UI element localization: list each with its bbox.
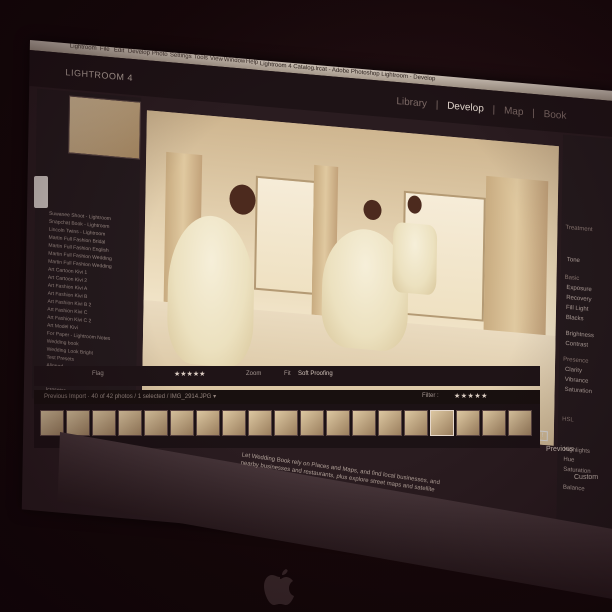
module-develop[interactable]: Develop xyxy=(447,100,484,114)
soft-proofing-toggle[interactable]: Soft Proofing xyxy=(298,371,333,377)
lightroom-logo: LIGHTROOM 4 xyxy=(65,67,134,83)
module-separator: | xyxy=(492,104,496,116)
menu-lightroom[interactable]: Lightroom xyxy=(70,43,97,51)
filmstrip-thumbnail[interactable] xyxy=(144,410,168,436)
filmstrip-thumbnail[interactable] xyxy=(352,410,376,436)
develop-toolbar: Flag ★★★★★ Zoom Fit Soft Proofing xyxy=(34,366,540,386)
menu-file[interactable]: File xyxy=(100,46,110,53)
photo-curtain xyxy=(483,175,549,352)
label-recovery: Recovery xyxy=(566,294,592,304)
module-library[interactable]: Library xyxy=(396,96,427,110)
filmstrip-thumbnail[interactable] xyxy=(248,410,272,436)
previous-button[interactable]: Previous xyxy=(546,446,573,453)
panel-heading-basic[interactable]: Basic xyxy=(565,275,580,282)
menu-view[interactable]: View xyxy=(210,56,223,63)
label-balance: Balance xyxy=(562,484,585,493)
filmstrip-thumbnail[interactable] xyxy=(222,410,246,436)
label-fill-light: Fill Light xyxy=(566,304,589,313)
photo-of-monitor: Lightroom File Edit Develop Photo Settin… xyxy=(0,0,612,612)
filmstrip-thumbnail[interactable] xyxy=(196,410,220,436)
filmstrip-thumbnail[interactable] xyxy=(118,410,142,436)
menu-help[interactable]: Help xyxy=(246,59,258,66)
module-map[interactable]: Map xyxy=(504,105,524,118)
panel-heading-presence[interactable]: Presence xyxy=(563,357,588,365)
flag-label: Flag xyxy=(92,371,104,377)
menu-photo[interactable]: Photo xyxy=(152,51,168,58)
left-panel: Suwanee Shoot - Lightroom Snapchat Book -… xyxy=(31,88,142,425)
label-tone: Tone xyxy=(566,256,580,265)
custom-label: Custom xyxy=(574,474,599,481)
menu-window[interactable]: Window xyxy=(224,57,245,65)
label-exposure: Exposure xyxy=(566,284,592,294)
panel-heading-treatment[interactable]: Treatment xyxy=(565,225,592,233)
filmstrip-thumbnail[interactable] xyxy=(378,410,402,436)
filmstrip-thumbnail[interactable] xyxy=(430,410,454,436)
label-vibrance: Vibrance xyxy=(564,376,589,385)
module-book[interactable]: Book xyxy=(544,109,567,122)
apple-logo-icon xyxy=(264,569,294,605)
panel-heading-hsl[interactable]: HSL xyxy=(562,417,574,424)
filmstrip-thumbnail[interactable] xyxy=(66,410,90,436)
filmstrip-thumbnail[interactable] xyxy=(170,410,194,436)
bezel-sticker xyxy=(34,176,48,208)
rating-stars[interactable]: ★★★★★ xyxy=(174,370,205,378)
menu-edit[interactable]: Edit xyxy=(114,47,124,54)
menu-tools[interactable]: Tools xyxy=(194,54,208,61)
label-blacks: Blacks xyxy=(565,314,584,323)
menu-develop[interactable]: Develop xyxy=(128,49,150,57)
photo-window xyxy=(253,175,316,295)
label-clarity: Clarity xyxy=(564,366,583,375)
zoom-label: Zoom xyxy=(246,371,262,377)
filmstrip-thumbnail[interactable] xyxy=(300,410,324,436)
filmstrip-thumbnail[interactable] xyxy=(326,410,350,436)
filmstrip-header: Previous Import · 40 of 42 photos / 1 se… xyxy=(34,390,540,404)
filmstrip-thumbnail[interactable] xyxy=(482,410,506,436)
right-panel: Treatment Tone Exposure Recovery Fill Li… xyxy=(555,134,612,559)
filter-label: Filter : xyxy=(422,393,439,399)
label-hue: Hue xyxy=(563,456,575,464)
filmstrip-thumbnail[interactable] xyxy=(404,410,428,436)
bridesmaid-dress xyxy=(392,221,438,296)
filmstrip-thumbnail[interactable] xyxy=(274,410,298,436)
label-contrast: Contrast xyxy=(565,340,589,349)
module-picker: Library | Develop | Map | Book xyxy=(393,96,569,122)
label-saturation: Saturation xyxy=(564,386,593,396)
fit-label[interactable]: Fit xyxy=(284,371,291,377)
filmstrip-thumbnail[interactable] xyxy=(92,410,116,436)
module-separator: | xyxy=(532,107,535,120)
menu-settings[interactable]: Settings xyxy=(170,52,192,60)
module-separator: | xyxy=(435,99,439,111)
filmstrip-thumbnail[interactable] xyxy=(456,410,480,436)
navigator-preview[interactable] xyxy=(68,95,142,160)
filmstrip-source[interactable]: Previous Import · 40 of 42 photos / 1 se… xyxy=(44,393,216,400)
label-brightness: Brightness xyxy=(565,330,595,340)
filmstrip-thumbnail[interactable] xyxy=(508,410,532,436)
filter-stars[interactable]: ★★★★★ xyxy=(454,392,488,400)
bride-head xyxy=(363,199,382,221)
